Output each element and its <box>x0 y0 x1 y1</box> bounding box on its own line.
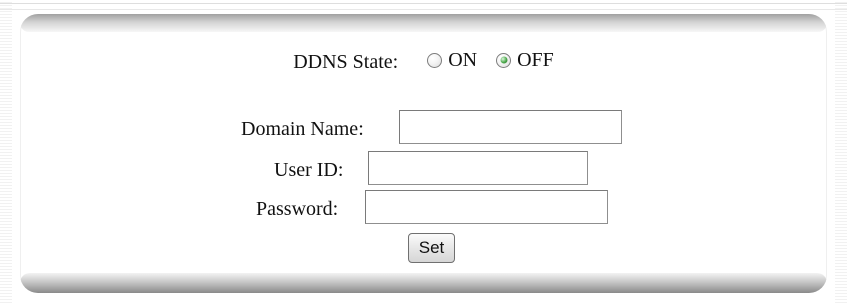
radio-unchecked-icon[interactable] <box>427 52 443 68</box>
ddns-state-label: DDNS State: <box>293 50 399 73</box>
set-button[interactable]: Set <box>408 233 455 263</box>
domain-name-row: Domain Name: <box>0 110 847 146</box>
panel-top-edge <box>20 14 827 32</box>
password-row: Password: <box>0 190 847 226</box>
user-id-row: User ID: <box>0 151 847 187</box>
domain-name-input[interactable] <box>399 110 622 144</box>
top-hairline-secondary <box>0 9 847 10</box>
user-id-label: User ID: <box>274 159 344 181</box>
ddns-state-on-option[interactable]: ON <box>427 48 477 72</box>
panel-bottom-edge <box>20 273 827 293</box>
password-label: Password: <box>256 198 339 220</box>
user-id-input[interactable] <box>368 151 588 185</box>
top-hairline <box>0 3 847 4</box>
password-input[interactable] <box>365 190 608 224</box>
radio-checked-icon[interactable] <box>496 52 512 68</box>
ddns-state-row: DDNS State: ON OFF <box>0 48 847 74</box>
ddns-state-on-label: ON <box>448 49 478 71</box>
domain-name-label: Domain Name: <box>241 118 364 140</box>
ddns-state-off-option[interactable]: OFF <box>496 48 554 72</box>
ddns-state-off-label: OFF <box>517 49 554 71</box>
